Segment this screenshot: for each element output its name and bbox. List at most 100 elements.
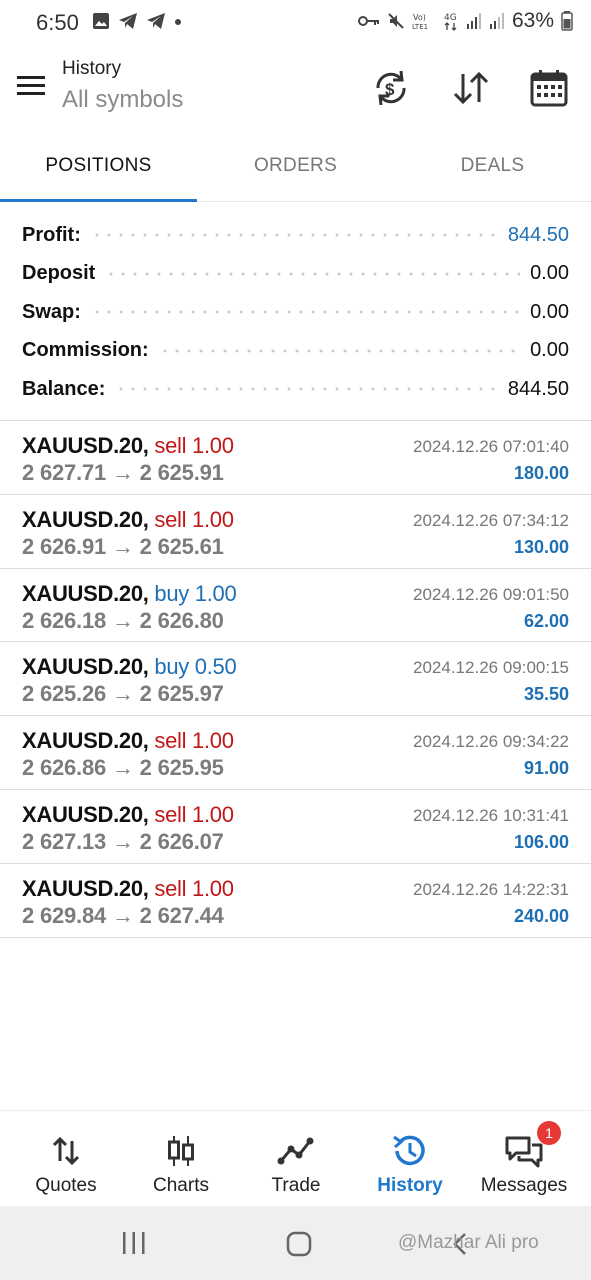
position-title: XAUUSD.20, sell 1.00 <box>22 433 234 459</box>
sort-icon <box>453 71 489 105</box>
position-symbol: XAUUSD.20, <box>22 728 149 754</box>
currency-sync-icon: $ <box>376 70 406 106</box>
position-profit: 106.00 <box>513 831 569 852</box>
quotes-icon <box>52 1136 80 1166</box>
recent-apps-icon[interactable] <box>120 1230 148 1256</box>
nav-charts[interactable]: Charts <box>122 1111 240 1207</box>
app-bar: History All symbols $ <box>0 46 591 130</box>
position-time: 2024.12.26 07:01:40 <box>413 437 569 456</box>
charts-icon <box>168 1136 194 1166</box>
calendar-icon <box>530 70 568 107</box>
position-row[interactable]: XAUUSD.20, buy 1.00 2 626.18 → 2 626.80 … <box>0 569 591 643</box>
notification-icons <box>92 12 182 30</box>
position-title: XAUUSD.20, sell 1.00 <box>22 728 234 754</box>
active-tab-indicator <box>0 199 197 202</box>
position-direction: sell 1.00 <box>154 506 234 532</box>
position-symbol: XAUUSD.20, <box>22 433 149 458</box>
svg-text:Vo): Vo) <box>413 13 426 22</box>
positions-list: XAUUSD.20, sell 1.00 2 627.71 → 2 625.91… <box>0 421 591 938</box>
calendar-button[interactable] <box>528 68 570 108</box>
nav-trade[interactable]: Trade <box>237 1111 355 1207</box>
history-icon <box>393 1135 425 1166</box>
position-row[interactable]: XAUUSD.20, sell 1.00 2 627.13 → 2 626.07… <box>0 790 591 864</box>
home-icon[interactable] <box>285 1230 313 1258</box>
summary-row-deposit: Deposit 0.00 <box>0 255 591 294</box>
volte-icon: Vo)LTE1 <box>412 13 428 31</box>
position-profit: 130.00 <box>513 536 569 557</box>
tab-positions[interactable]: POSITIONS <box>0 132 197 202</box>
tab-orders[interactable]: ORDERS <box>197 132 394 202</box>
position-row[interactable]: XAUUSD.20, sell 1.00 2 626.91 → 2 625.61… <box>0 495 591 569</box>
watermark: @Mazhar Ali pro <box>398 1232 539 1253</box>
balance-label: Balance: <box>22 377 106 400</box>
svg-text:LTE1: LTE1 <box>412 23 428 31</box>
system-status-icons: Vo) LTE1 4G 63% <box>357 9 573 33</box>
position-time: 2024.12.26 09:34:22 <box>413 732 569 752</box>
deposit-value: 0.00 <box>530 262 569 285</box>
signal-icon <box>489 13 504 29</box>
nav-label: Quotes <box>35 1175 97 1196</box>
summary-row-swap: Swap: 0.00 <box>0 293 591 332</box>
position-profit: 62.00 <box>523 610 569 631</box>
profit-value: 844.50 <box>507 223 569 246</box>
position-prices: 2 626.86 → 2 625.95 <box>22 755 224 781</box>
svg-text:4G: 4G <box>444 13 457 23</box>
position-time: 2024.12.26 10:31:41 <box>413 805 569 825</box>
symbol-filter[interactable]: All symbols <box>62 86 183 114</box>
telegram-icon <box>147 13 165 29</box>
position-title: XAUUSD.20, buy 0.50 <box>22 654 237 680</box>
position-time: 2024.12.26 09:00:15 <box>413 658 569 678</box>
commission-value: 0.00 <box>530 339 569 362</box>
deposit-label: Deposit <box>22 262 96 285</box>
nav-history[interactable]: History <box>351 1111 469 1207</box>
dot-leader <box>90 307 521 318</box>
nav-label: Charts <box>153 1175 209 1196</box>
telegram-icon <box>119 13 137 29</box>
position-symbol: XAUUSD.20, <box>22 875 149 901</box>
position-profit: 91.00 <box>523 758 569 779</box>
dot-leader <box>158 345 521 356</box>
position-row[interactable]: XAUUSD.20, sell 1.00 2 626.86 → 2 625.95… <box>0 716 591 790</box>
status-bar: 6:50 Vo) LTE1 4G 63% <box>0 0 591 46</box>
sync-button[interactable]: $ <box>370 68 412 108</box>
position-title: XAUUSD.20, buy 1.00 <box>22 580 237 607</box>
position-time: 2024.12.26 09:01:50 <box>413 584 569 604</box>
position-time: 2024.12.26 07:34:12 <box>413 510 569 530</box>
position-prices: 2 625.26 → 2 625.97 <box>22 681 224 707</box>
sort-button[interactable] <box>450 68 492 108</box>
summary-panel: Profit: 844.50 Deposit 0.00 Swap: 0.00 C… <box>0 216 591 409</box>
nav-label: Messages <box>480 1175 568 1196</box>
position-prices: 2 627.13 → 2 626.07 <box>22 828 224 854</box>
dot-leader <box>105 268 521 279</box>
position-prices: 2 626.91 → 2 625.61 <box>22 533 224 559</box>
swap-value: 0.00 <box>530 300 569 323</box>
summary-row-profit: Profit: 844.50 <box>0 216 591 255</box>
nav-quotes[interactable]: Quotes <box>7 1111 125 1207</box>
position-direction: sell 1.00 <box>154 433 234 458</box>
summary-row-commission: Commission: 0.00 <box>0 332 591 371</box>
position-row[interactable]: XAUUSD.20, sell 1.00 2 629.84 → 2 627.44… <box>0 864 591 938</box>
dot-icon <box>175 19 181 25</box>
position-profit: 240.00 <box>513 905 569 926</box>
summary-row-balance: Balance: 844.50 <box>0 370 591 409</box>
dot-leader <box>115 384 498 395</box>
balance-value: 844.50 <box>507 377 569 400</box>
position-title: XAUUSD.20, sell 1.00 <box>22 507 234 533</box>
bottom-navigation: Quotes Charts Trade History 1 Messages <box>0 1110 591 1206</box>
position-row[interactable]: XAUUSD.20, buy 0.50 2 625.26 → 2 625.97 … <box>0 642 591 717</box>
nav-messages[interactable]: 1 Messages <box>465 1111 583 1207</box>
position-direction: sell 1.00 <box>154 801 234 827</box>
position-direction: buy 1.00 <box>154 580 237 606</box>
position-symbol: XAUUSD.20, <box>22 580 149 606</box>
position-row[interactable]: XAUUSD.20, sell 1.00 2 627.71 → 2 625.91… <box>0 421 591 495</box>
tab-deals[interactable]: DEALS <box>394 132 591 202</box>
position-profit: 180.00 <box>513 463 569 483</box>
commission-label: Commission: <box>22 339 149 362</box>
key-icon <box>357 16 379 26</box>
menu-button[interactable] <box>14 68 48 102</box>
swap-label: Swap: <box>22 300 81 323</box>
position-symbol: XAUUSD.20, <box>22 801 149 827</box>
battery-percent: 63% <box>511 9 554 32</box>
position-prices: 2 626.18 → 2 626.80 <box>22 607 224 633</box>
trade-icon <box>277 1137 314 1165</box>
